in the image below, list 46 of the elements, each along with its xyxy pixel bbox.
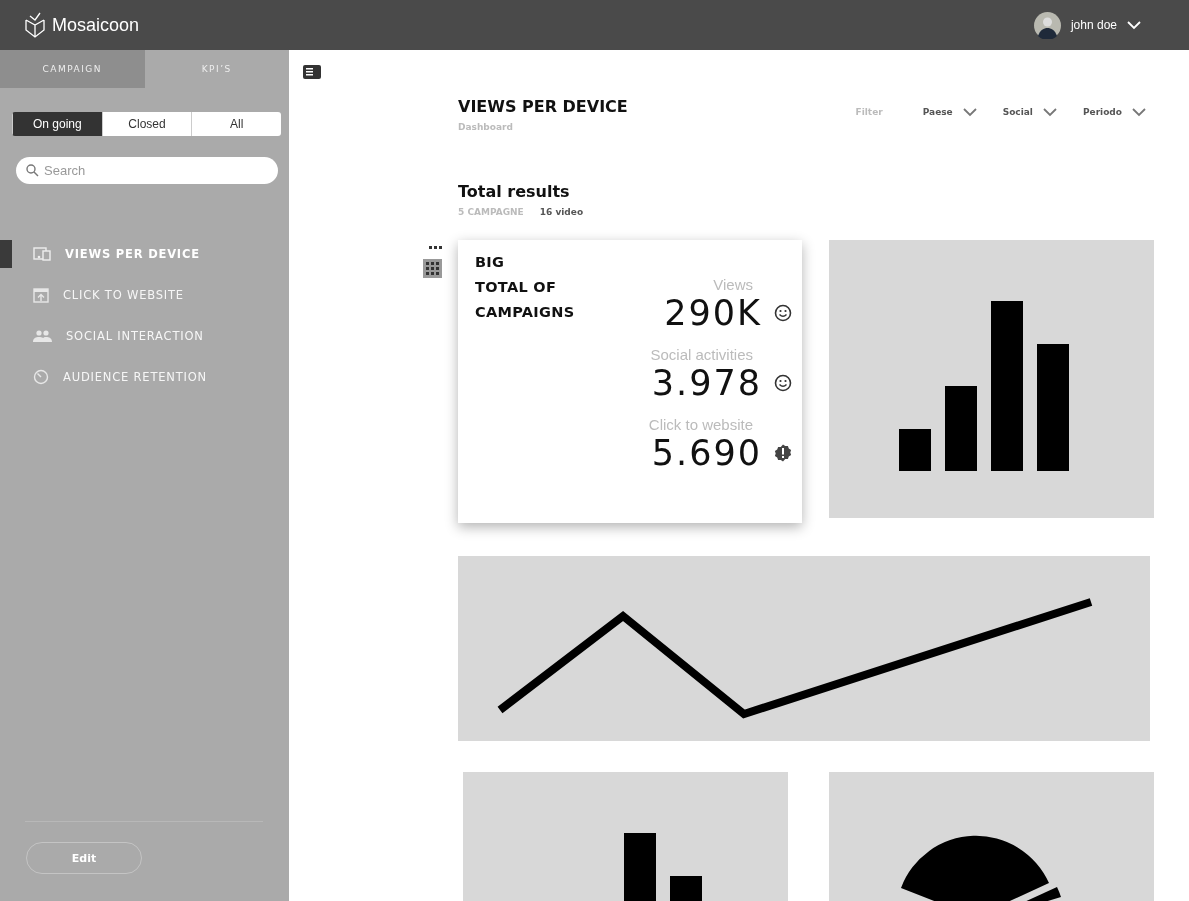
user-name[interactable]: john doe — [1070, 18, 1117, 32]
chevron-down-icon — [1127, 20, 1141, 30]
metric-label: Views — [713, 277, 753, 293]
people-icon — [33, 330, 52, 342]
metric-value: 3.978 — [651, 363, 762, 403]
page-title: VIEWS PER DEVICE — [458, 97, 628, 116]
alert-icon — [774, 444, 792, 462]
chart-bar — [624, 833, 656, 901]
avatar[interactable] — [1033, 11, 1061, 39]
grid-icon[interactable] — [423, 259, 442, 278]
brand-name: Mosaicoon — [52, 14, 140, 36]
card-title: BIG TOTAL OF CAMPAIGNS — [475, 253, 575, 322]
metric-value: 290K — [664, 293, 762, 333]
nav-item-label: VIEWS PER DEVICE — [65, 247, 200, 261]
chart-bar — [670, 876, 702, 901]
logo-icon — [24, 12, 46, 38]
search-field[interactable]: Search — [16, 157, 278, 184]
filter-dropdown[interactable]: Paese — [922, 107, 977, 117]
nav-item-label: AUDIENCE RETENTION — [63, 370, 207, 384]
metric-value: 5.690 — [651, 433, 762, 473]
panel-toggle-icon[interactable] — [303, 65, 321, 79]
breadcrumb: Dashboard — [458, 122, 514, 132]
timer-icon — [33, 369, 49, 385]
smiley-icon — [774, 374, 792, 392]
metric-label: Click to website — [648, 417, 753, 433]
metric-label: Social activities — [650, 347, 753, 363]
chevron-down-icon — [962, 107, 977, 117]
video-count: 16 video — [539, 207, 584, 217]
status-filter-segment[interactable]: Closed — [101, 112, 192, 136]
chart-bar — [899, 429, 931, 471]
search-icon — [26, 164, 39, 177]
campaign-count: 5 CAMPAGNE — [458, 207, 524, 217]
upload-icon — [33, 287, 49, 303]
status-filter-segment[interactable]: On going — [12, 112, 102, 136]
section-title: Total results — [458, 182, 571, 201]
status-filter-segment[interactable]: All — [191, 112, 281, 136]
nav-item-label: CLICK TO WEBSITE — [63, 288, 184, 302]
smiley-icon — [774, 304, 792, 322]
nav-item-label: SOCIAL INTERACTION — [66, 329, 204, 343]
more-icon[interactable] — [429, 246, 442, 249]
devices-icon — [33, 247, 51, 261]
filter-dropdown[interactable]: Periodo — [1082, 107, 1146, 117]
filter-label: Filter — [855, 107, 883, 117]
chevron-down-icon — [1042, 107, 1057, 117]
chevron-down-icon — [1132, 107, 1146, 117]
filter-dropdown[interactable]: Social — [1002, 107, 1057, 117]
